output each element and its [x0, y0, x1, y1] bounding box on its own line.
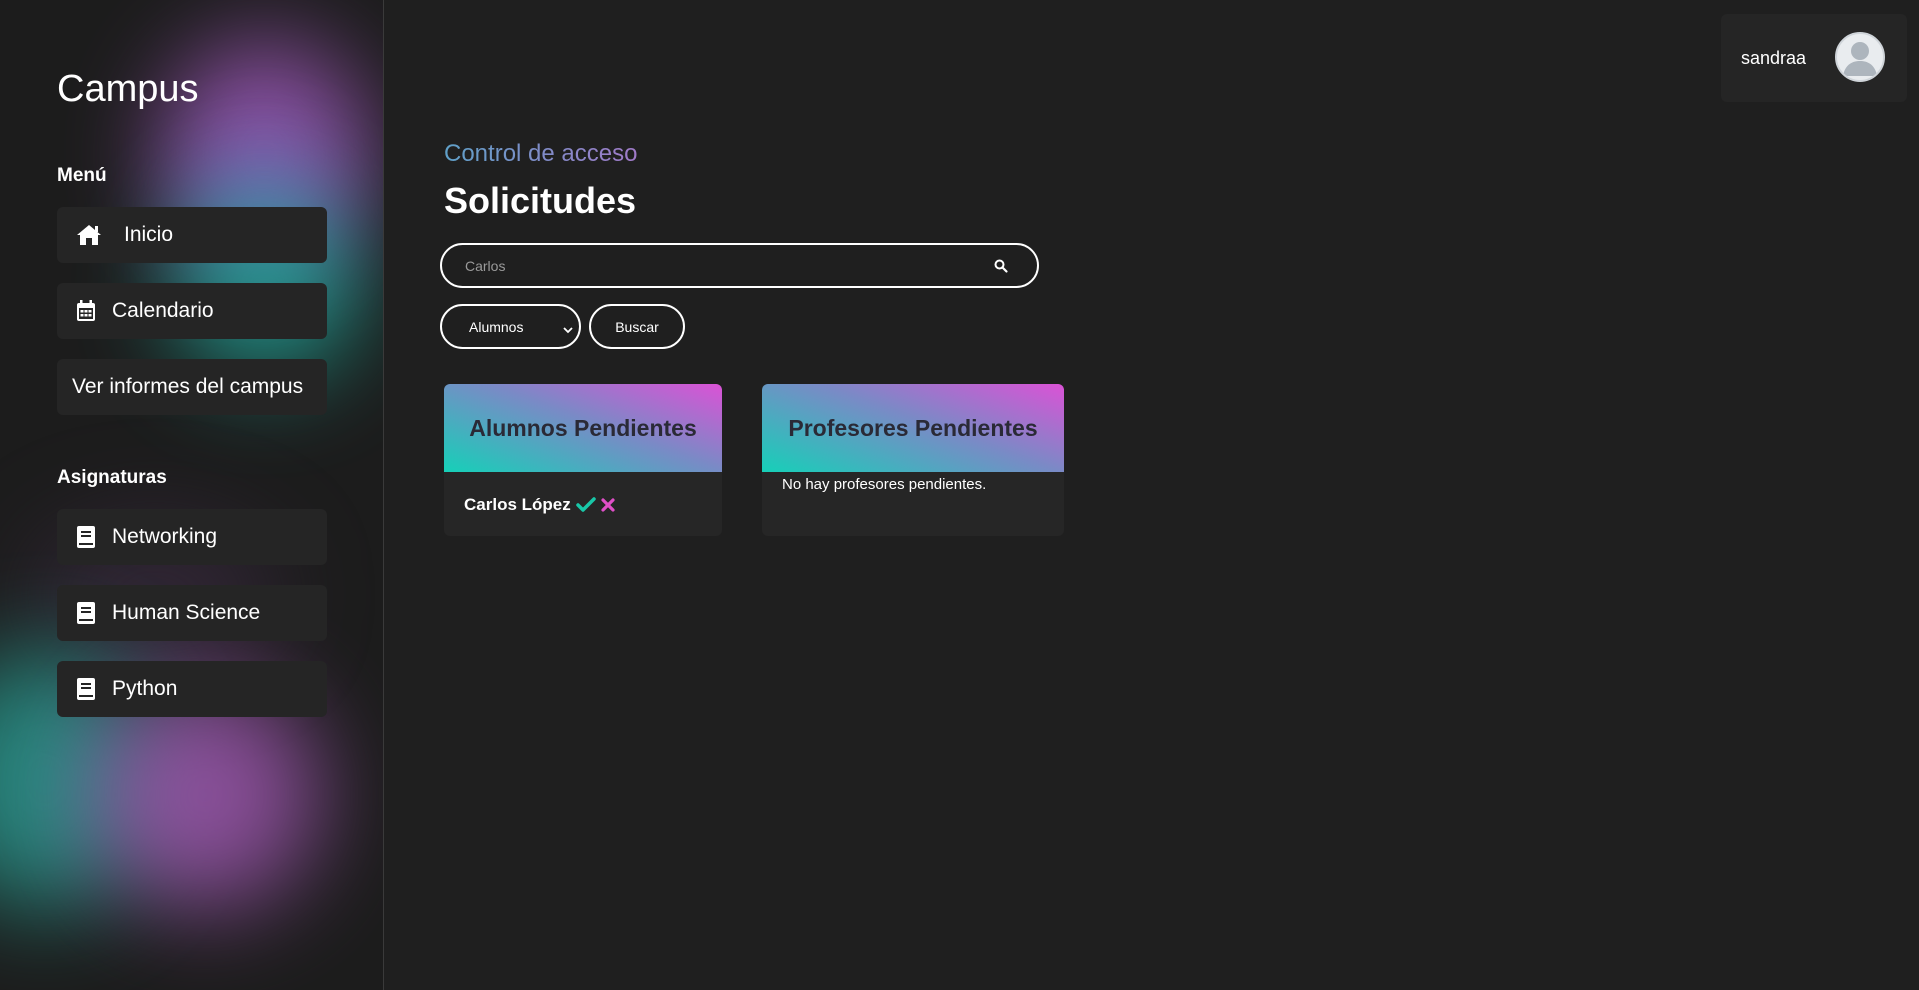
book-icon [74, 601, 98, 625]
search-field [440, 243, 1039, 288]
pending-student-name: Carlos López [464, 495, 571, 514]
calendar-icon [74, 299, 98, 323]
card-title: Profesores Pendientes [788, 414, 1038, 441]
role-filter-value: Alumnos [469, 318, 524, 335]
search-input[interactable] [465, 253, 985, 279]
card-header: Profesores Pendientes [762, 384, 1064, 472]
sidebar: Campus Menú Inicio Calendario Ver inform… [0, 0, 384, 990]
search-button[interactable]: Buscar [589, 304, 685, 349]
search-icon[interactable] [993, 258, 1009, 274]
menu-section-label: Menú [57, 165, 107, 186]
sidebar-item-label: Networking [112, 525, 218, 548]
sidebar-item-label: Python [112, 677, 178, 700]
pending-students-card: Alumnos Pendientes Carlos López [444, 384, 722, 536]
sidebar-item-informes[interactable]: Ver informes del campus [57, 359, 327, 415]
page-title: Solicitudes [444, 180, 637, 221]
close-icon[interactable] [597, 494, 619, 516]
sidebar-item-label: Human Science [112, 601, 261, 624]
brand-title: Campus [57, 68, 199, 110]
pending-teachers-card: Profesores Pendientes No hay profesores … [762, 384, 1064, 536]
check-icon[interactable] [575, 494, 597, 516]
card-header: Alumnos Pendientes [444, 384, 722, 472]
book-icon [74, 677, 98, 701]
home-icon [74, 223, 104, 247]
sidebar-item-human-science[interactable]: Human Science [57, 585, 327, 641]
empty-state-message: No hay profesores pendientes. [782, 476, 987, 493]
page-subtitle: Control de acceso [444, 140, 638, 167]
sidebar-item-inicio[interactable]: Inicio [57, 207, 327, 263]
sidebar-item-label: Ver informes del campus [72, 375, 304, 398]
book-icon [74, 525, 98, 549]
sidebar-item-networking[interactable]: Networking [57, 509, 327, 565]
user-avatar-icon[interactable] [1835, 32, 1885, 82]
role-filter-select[interactable]: Alumnos [440, 304, 581, 349]
sidebar-item-calendario[interactable]: Calendario [57, 283, 327, 339]
user-menu[interactable]: sandraa [1721, 14, 1907, 102]
list-item: Carlos López [464, 494, 619, 516]
sidebar-item-label: Calendario [112, 299, 214, 322]
sidebar-item-label: Inicio [124, 223, 174, 246]
sidebar-item-python[interactable]: Python [57, 661, 327, 717]
subjects-section-label: Asignaturas [57, 467, 167, 488]
user-name: sandraa [1741, 47, 1807, 68]
card-title: Alumnos Pendientes [469, 414, 697, 441]
chevron-down-icon [562, 321, 574, 334]
